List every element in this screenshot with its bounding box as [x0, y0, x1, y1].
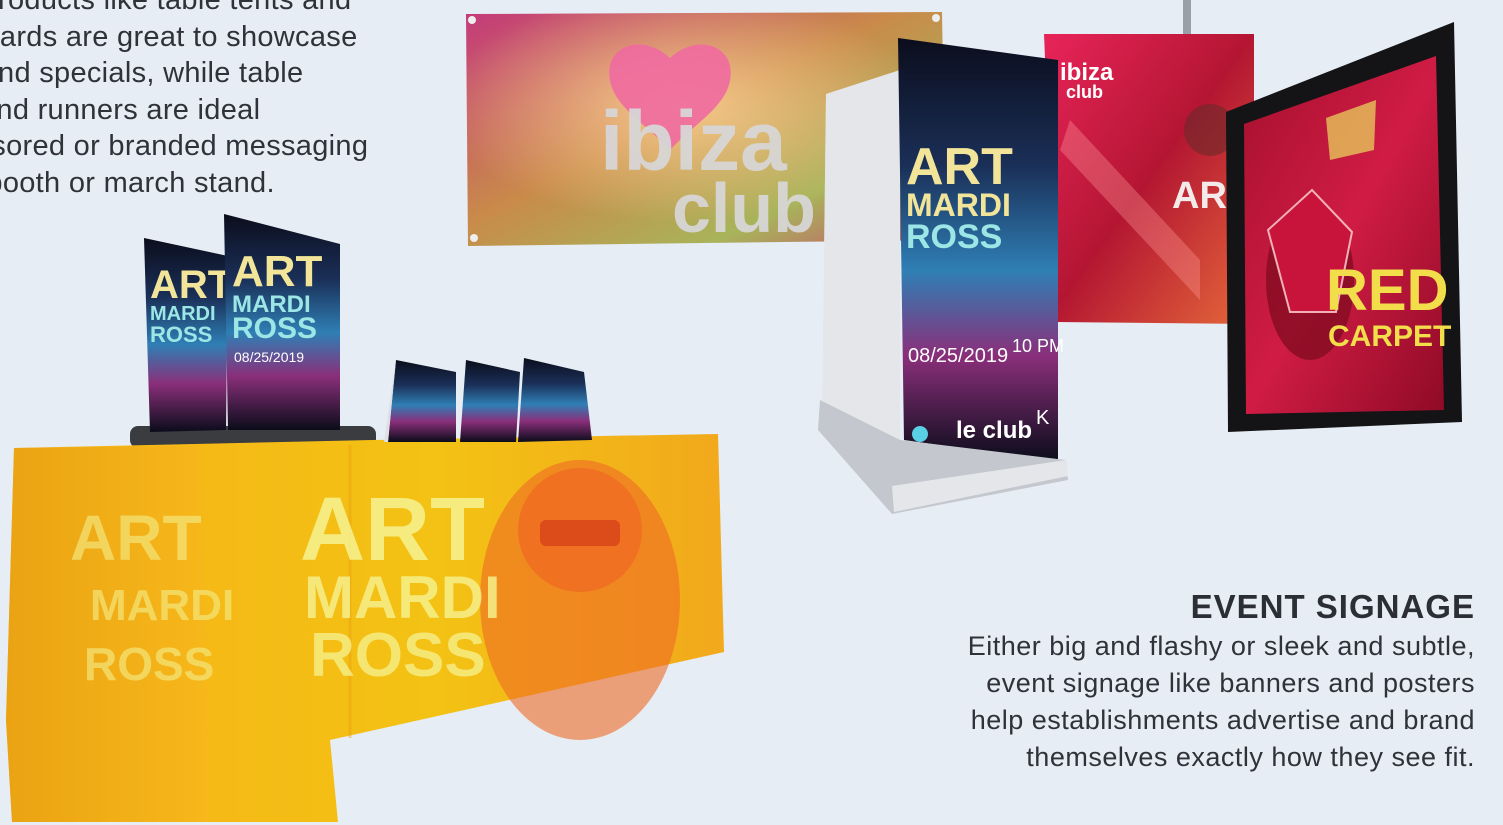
- frame-text-line2: CARPET: [1328, 320, 1451, 353]
- frame-text-line1: RED: [1326, 258, 1448, 323]
- section-line: themselves exactly how they see fit.: [1026, 742, 1475, 772]
- section-line: help establishments advertise and brand: [970, 705, 1475, 735]
- rollup-banner-stand: ART MARDI ROSS 08/25/2019 10 PM le club …: [818, 38, 1068, 514]
- table-tent-1: [384, 360, 456, 442]
- mini2-date: 08/25/2019: [234, 349, 304, 365]
- rollup-title3: ROSS: [906, 218, 1002, 256]
- hanging-poster: ibiza club ARA: [1044, 34, 1254, 324]
- section-line: event signage like banners and posters: [986, 668, 1475, 698]
- table-tent-2: [460, 360, 520, 442]
- framed-lightbox: RED CARPET: [1226, 22, 1462, 432]
- rollup-date: 08/25/2019: [908, 345, 1008, 367]
- cloth-side-title2: MARDI: [90, 581, 234, 630]
- cloth-side-title3: ROSS: [84, 638, 214, 690]
- section-line: Either big and flashy or sleek and subtl…: [967, 631, 1475, 661]
- tabletop-banner-right: ART MARDI ROSS 08/25/2019: [224, 214, 340, 430]
- rollup-time: 10 PM: [1012, 336, 1064, 356]
- cloth-side-title1: ART: [70, 502, 202, 574]
- branded-table: ART MARDI ROSS ART MARDI ROSS: [6, 426, 724, 822]
- rollup-club-logo: le club: [956, 417, 1032, 444]
- section-heading: EVENT SIGNAGE: [1190, 588, 1475, 625]
- event-signage-section: EVENT SIGNAGE Either big and flashy or s…: [835, 586, 1475, 776]
- table-tent-3: [518, 358, 592, 442]
- mini-title1: ART: [150, 263, 232, 307]
- rollup-k-logo: K: [1036, 407, 1050, 429]
- tabletop-banner-left: ART MARDI ROSS: [144, 238, 232, 432]
- cloth-title3: ROSS: [310, 621, 486, 690]
- mini2-title3: ROSS: [232, 312, 317, 345]
- hanging-cable: [1183, 0, 1191, 36]
- banner-logo-line2: club: [672, 169, 816, 247]
- mini2-title1: ART: [232, 247, 323, 296]
- section-body: Either big and flashy or sleek and subtl…: [835, 628, 1475, 776]
- mini-title3: ROSS: [150, 322, 212, 347]
- hanging-logo-line2: club: [1066, 82, 1103, 102]
